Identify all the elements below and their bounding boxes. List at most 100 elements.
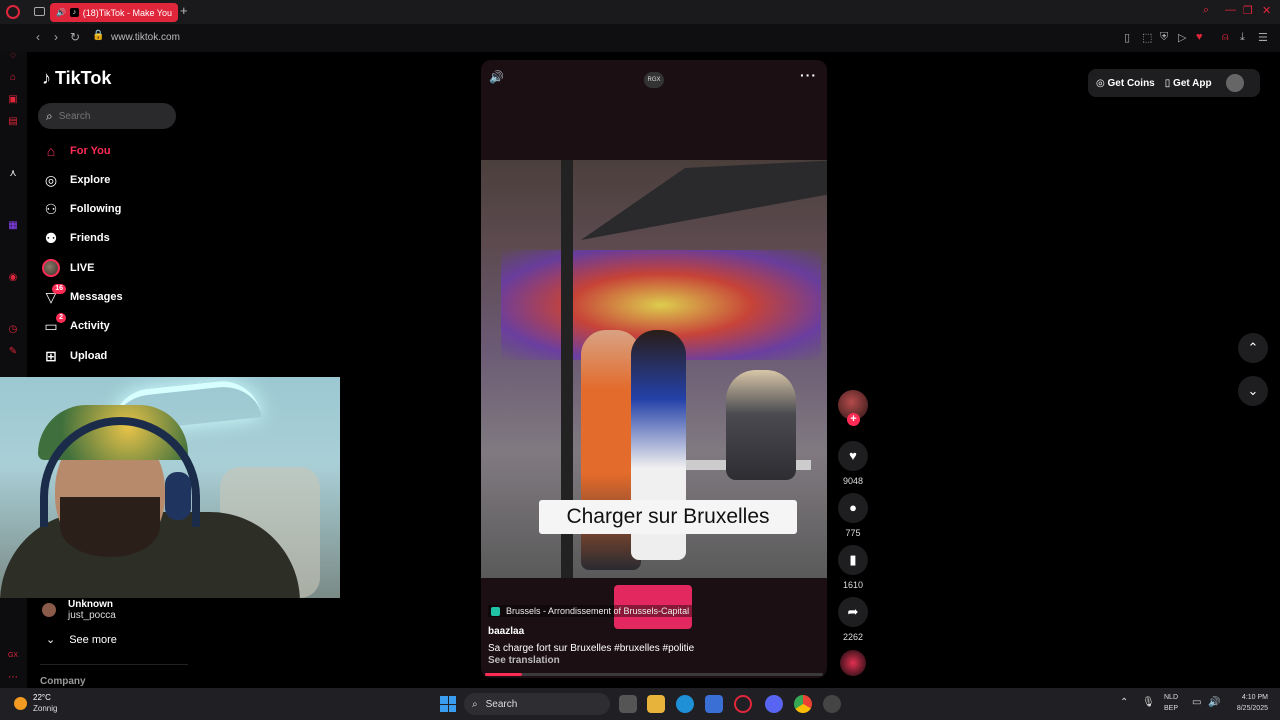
music-disc-icon[interactable] — [840, 650, 866, 676]
sidebar-more-icon[interactable]: ⋯ — [7, 672, 19, 684]
avatar[interactable] — [42, 603, 56, 617]
twitch-icon[interactable]: ▦ — [7, 220, 19, 232]
history-icon[interactable]: ◷ — [7, 324, 19, 336]
nav-messages[interactable]: ▽ 16 Messages — [42, 283, 123, 307]
speaker-icon[interactable]: 🔊 — [56, 8, 66, 17]
like-button[interactable]: ♥ — [838, 441, 868, 471]
like-count: 9048 — [842, 476, 864, 486]
following-handle[interactable]: just_pocca — [68, 610, 116, 621]
nav-explore[interactable]: ◎ Explore — [42, 170, 110, 190]
tab-title: (18)TikTok - Make You — [82, 7, 172, 18]
opera-gx-taskbar-icon[interactable] — [734, 695, 752, 713]
location-tag[interactable]: Brussels - Arrondissement of Brussels-Ca… — [488, 605, 693, 617]
weather-temp[interactable]: 22°C — [33, 693, 51, 702]
user-avatar[interactable] — [1225, 74, 1244, 92]
reload-icon[interactable]: ↻ — [70, 30, 80, 44]
heart-icon[interactable]: ♥ — [1196, 31, 1203, 43]
share-button[interactable]: ➦ — [838, 597, 868, 627]
chrome-icon[interactable] — [794, 695, 812, 713]
extension-icon[interactable]: ✎ — [7, 346, 19, 358]
search-tabs-icon[interactable]: ⌕ — [1203, 4, 1209, 17]
see-more-button[interactable]: ⌄ See more — [46, 633, 117, 647]
minimize-button[interactable]: — — [1225, 4, 1236, 16]
tiktok-logo[interactable]: ♪ TikTok — [42, 68, 111, 89]
get-app-label: Get App — [1173, 77, 1212, 89]
menu-icon[interactable]: ☰ — [1258, 31, 1268, 44]
shield-icon[interactable]: ⛨ — [1160, 31, 1168, 44]
input-language[interactable]: NLD — [1164, 694, 1178, 701]
nav-for-you[interactable]: ⌂ For You — [42, 141, 111, 161]
back-icon[interactable]: ‹ — [36, 30, 40, 44]
clock-time[interactable]: 4:10 PM — [1228, 694, 1268, 701]
more-options-icon[interactable]: ··· — [800, 67, 817, 83]
input-layout[interactable]: BEP — [1164, 705, 1178, 712]
previous-video-button[interactable]: ⌃ — [1238, 333, 1268, 363]
app-icon[interactable] — [823, 695, 841, 713]
following-name[interactable]: Unknown — [68, 599, 113, 610]
tiktok-sidebar-icon[interactable]: ⋏ — [7, 168, 19, 180]
comment-button[interactable]: ● — [838, 493, 868, 523]
clock-date[interactable]: 8/25/2025 — [1220, 705, 1268, 712]
nav-upload[interactable]: ⊞ Upload — [42, 346, 107, 366]
download-icon[interactable]: ⤓ — [1240, 31, 1245, 44]
task-view-icon[interactable] — [619, 695, 637, 713]
forward-icon[interactable]: › — [54, 30, 58, 44]
new-tab-button[interactable]: + — [180, 3, 188, 18]
volume-icon[interactable]: 🔊 — [489, 70, 504, 84]
aria-icon[interactable]: ◌ — [7, 50, 19, 62]
windows-start-icon[interactable] — [440, 696, 456, 712]
nav-live[interactable]: LIVE — [42, 258, 94, 278]
bookmark-icon: ▮ — [849, 552, 857, 567]
weather-sun-icon[interactable] — [14, 697, 27, 710]
video-author[interactable]: baazlaa — [488, 626, 524, 637]
account-icon[interactable]: ⍝ — [1222, 31, 1229, 44]
maximize-button[interactable]: ❐ — [1243, 4, 1253, 17]
file-explorer-icon[interactable] — [647, 695, 665, 713]
get-app-button[interactable]: ▯ Get App — [1165, 78, 1212, 89]
mail-icon[interactable]: ▤ — [7, 116, 19, 128]
taskbar-search[interactable]: ⌕ Search — [464, 693, 610, 715]
play-icon[interactable]: ▷ — [1178, 31, 1186, 44]
plus-square-icon: ⊞ — [45, 347, 57, 364]
video-progress-bar[interactable] — [485, 673, 823, 676]
browser-tab-tiktok[interactable]: 🔊 ♪ (18)TikTok - Make You — [50, 3, 178, 22]
see-translation-button[interactable]: See translation — [488, 655, 560, 666]
coin-icon: ◎ — [1096, 77, 1105, 89]
umbrella — [581, 160, 827, 240]
next-video-button[interactable]: ⌄ — [1238, 376, 1268, 406]
gx-icon[interactable]: GX — [7, 650, 19, 662]
edge-icon[interactable] — [676, 695, 694, 713]
bookmark-icon[interactable]: ▯ — [1124, 31, 1130, 44]
bag-icon[interactable]: ⌂ — [7, 72, 19, 84]
search-box[interactable]: ⌕ — [38, 103, 176, 129]
player-icon[interactable]: ◉ — [7, 272, 19, 284]
volume-tray-icon[interactable]: 🔊 — [1208, 697, 1220, 708]
address-bar — [0, 24, 1280, 52]
save-button[interactable]: ▮ — [838, 545, 868, 575]
follow-button[interactable]: + — [847, 413, 860, 426]
comment-icon: ● — [849, 500, 857, 515]
get-coins-button[interactable]: ◎ Get Coins — [1096, 78, 1155, 89]
network-icon[interactable]: ▭ — [1192, 697, 1201, 708]
opera-logo-icon[interactable] — [6, 5, 20, 19]
comment-count: 775 — [845, 528, 861, 538]
microphone-icon[interactable]: 🎙 — [1142, 697, 1155, 708]
messenger-icon[interactable]: ▣ — [7, 94, 19, 106]
nav-activity[interactable]: ▭ 2 Activity — [42, 312, 110, 336]
tab-manager-icon[interactable] — [34, 7, 45, 16]
search-input[interactable] — [58, 110, 159, 122]
url-field[interactable]: www.tiktok.com — [111, 32, 180, 43]
footer-company[interactable]: Company — [40, 676, 86, 687]
chat-icon: ▭ 2 — [42, 312, 66, 335]
nav-friends[interactable]: ⚉ Friends — [42, 228, 110, 248]
top-right-actions: ◎ Get Coins ▯ Get App — [1088, 69, 1260, 97]
nav-label: Upload — [70, 350, 108, 362]
live-avatar — [42, 259, 60, 277]
close-window-button[interactable]: ✕ — [1262, 4, 1271, 17]
tray-expand-icon[interactable]: ⌃ — [1120, 697, 1128, 708]
nav-following[interactable]: ⚇ Following — [42, 199, 122, 219]
weather-desc[interactable]: Zonnig — [33, 704, 57, 713]
snapshot-icon[interactable]: ⬚ — [1142, 31, 1152, 44]
store-icon[interactable] — [705, 695, 723, 713]
discord-icon[interactable] — [765, 695, 783, 713]
